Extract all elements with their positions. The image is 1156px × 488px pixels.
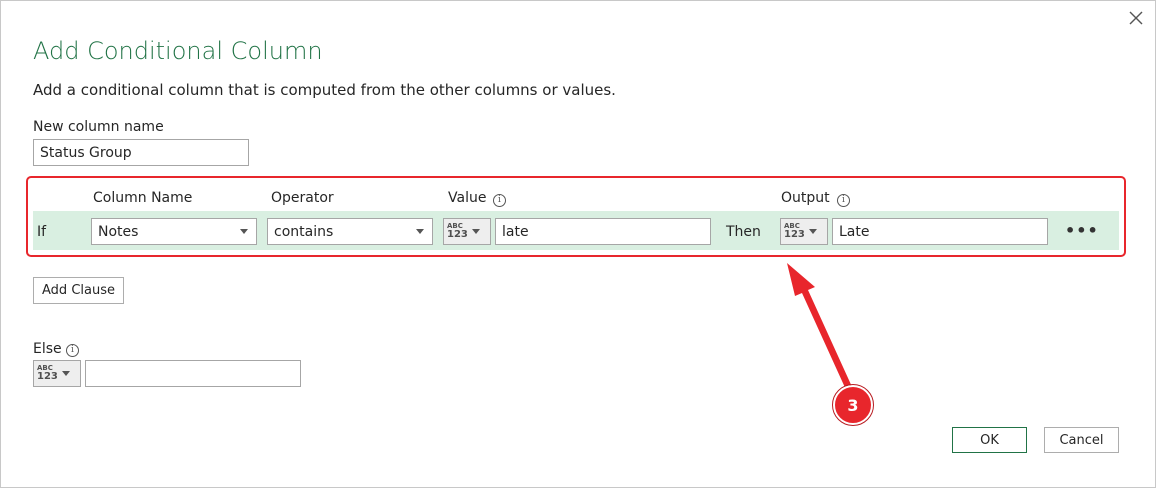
abc-123-type-icon: ABC 123 bbox=[37, 364, 58, 382]
cancel-button[interactable]: Cancel bbox=[1044, 427, 1119, 453]
new-column-name-label: New column name bbox=[33, 119, 164, 135]
clause-highlight-annotation bbox=[26, 176, 1126, 257]
else-info-icon[interactable]: i bbox=[66, 344, 79, 357]
close-icon[interactable] bbox=[1127, 9, 1145, 27]
new-column-name-input[interactable]: Status Group bbox=[33, 139, 249, 166]
step-number-label: 3 bbox=[847, 395, 859, 415]
else-type-picker[interactable]: ABC 123 bbox=[33, 360, 81, 387]
chevron-down-icon bbox=[61, 371, 70, 376]
else-value-input[interactable] bbox=[85, 360, 301, 387]
dialog-description: Add a conditional column that is compute… bbox=[33, 81, 616, 99]
add-clause-button[interactable]: Add Clause bbox=[33, 277, 124, 304]
ok-button[interactable]: OK bbox=[952, 427, 1027, 453]
add-conditional-column-dialog: Add Conditional Column Add a conditional… bbox=[0, 0, 1156, 488]
dialog-title: Add Conditional Column bbox=[33, 37, 323, 65]
else-label: Else bbox=[33, 341, 62, 357]
